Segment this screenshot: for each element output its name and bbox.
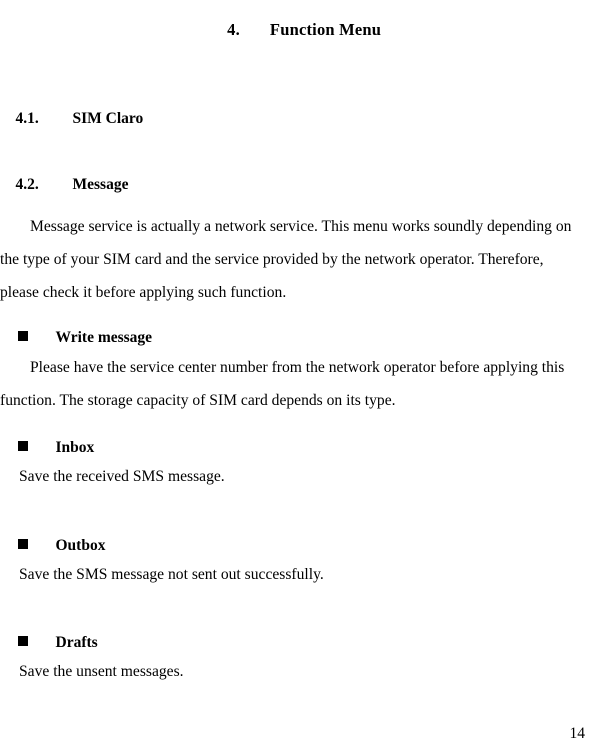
section-heading-sim-claro: 4.1. SIM Claro: [0, 89, 144, 149]
section-number-4-1: 4.1.: [15, 110, 39, 127]
square-bullet-icon: [17, 331, 28, 341]
description-inbox: Save the received SMS message.: [19, 468, 225, 485]
description-drafts: Save the unsent messages.: [19, 663, 184, 680]
paragraph-write-message: Please have the service center number fr…: [0, 358, 565, 409]
bullet-label-inbox: Inbox: [55, 439, 95, 456]
page-title: 4. Function Menu: [0, 0, 591, 60]
section-title-4-2: Message: [72, 176, 129, 193]
bullet-label-write-message: Write message: [55, 329, 153, 346]
document-page: 4. Function Menu 4.1. SIM Claro 4.2. Messag…: [0, 0, 591, 745]
section-heading-message: 4.2. Message: [0, 155, 129, 215]
page-title-text: Function Menu: [269, 20, 382, 39]
bullet-label-outbox: Outbox: [55, 537, 106, 554]
square-bullet-icon: [17, 539, 28, 549]
paragraph-message-intro: Message service is actually a network se…: [0, 217, 572, 301]
section-title-4-1: SIM Claro: [72, 110, 144, 127]
page-number: 14: [569, 725, 586, 742]
description-outbox: Save the SMS message not sent out succes…: [19, 566, 324, 583]
page-title-number: 4.: [227, 20, 240, 39]
bullet-label-drafts: Drafts: [55, 634, 98, 651]
square-bullet-icon: [17, 636, 28, 646]
square-bullet-icon: [17, 441, 28, 451]
section-number-4-2: 4.2.: [15, 176, 39, 193]
